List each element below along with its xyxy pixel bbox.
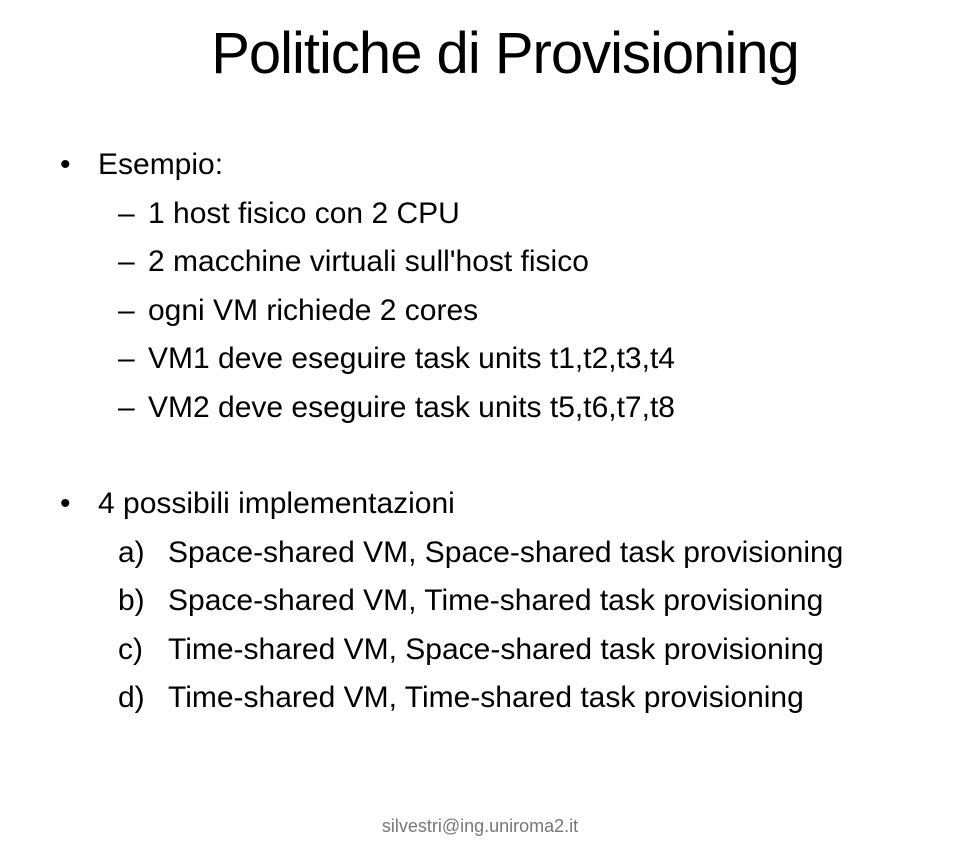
page-title: Politiche di Provisioning bbox=[110, 20, 900, 87]
letter-marker: b) bbox=[118, 578, 168, 625]
list-item-text: Space-shared VM, Space-shared task provi… bbox=[168, 530, 843, 577]
list-item-text: ogni VM richiede 2 cores bbox=[148, 288, 478, 335]
list-item-text: VM1 deve eseguire task units t1,t2,t3,t4 bbox=[148, 336, 675, 383]
section-implementazioni: • 4 possibili implementazioni bbox=[60, 481, 900, 528]
list-item-text: Time-shared VM, Space-shared task provis… bbox=[168, 627, 824, 674]
section-esempio: • Esempio: bbox=[60, 142, 900, 189]
list-item: a) Space-shared VM, Space-shared task pr… bbox=[118, 530, 900, 577]
dash-marker: – bbox=[118, 288, 148, 335]
list-item: – VM1 deve eseguire task units t1,t2,t3,… bbox=[60, 336, 900, 383]
footer-email: silvestri@ing.uniroma2.it bbox=[0, 816, 960, 837]
bullet-marker: • bbox=[60, 142, 98, 189]
bullet-marker: • bbox=[60, 481, 98, 528]
letter-marker: c) bbox=[118, 627, 168, 674]
list-item-text: 1 host fisico con 2 CPU bbox=[148, 191, 460, 238]
dash-marker: – bbox=[118, 385, 148, 432]
list-item: d) Time-shared VM, Time-shared task prov… bbox=[118, 675, 900, 722]
content-body: • Esempio: – 1 host fisico con 2 CPU – 2… bbox=[60, 142, 900, 722]
section-header-text: Esempio: bbox=[98, 142, 223, 189]
list-item-text: 2 macchine virtuali sull'host fisico bbox=[148, 239, 589, 286]
letter-marker: a) bbox=[118, 530, 168, 577]
letter-list: a) Space-shared VM, Space-shared task pr… bbox=[60, 530, 900, 722]
list-item: c) Time-shared VM, Space-shared task pro… bbox=[118, 627, 900, 674]
dash-marker: – bbox=[118, 191, 148, 238]
list-item: – ogni VM richiede 2 cores bbox=[60, 288, 900, 335]
list-item: – 1 host fisico con 2 CPU bbox=[60, 191, 900, 238]
list-item-text: Space-shared VM, Time-shared task provis… bbox=[168, 578, 823, 625]
list-item-text: Time-shared VM, Time-shared task provisi… bbox=[168, 675, 804, 722]
list-item-text: VM2 deve eseguire task units t5,t6,t7,t8 bbox=[148, 385, 675, 432]
section-header-text: 4 possibili implementazioni bbox=[98, 481, 455, 528]
spacer bbox=[60, 433, 900, 481]
list-item: – 2 macchine virtuali sull'host fisico bbox=[60, 239, 900, 286]
list-item: – VM2 deve eseguire task units t5,t6,t7,… bbox=[60, 385, 900, 432]
dash-marker: – bbox=[118, 239, 148, 286]
dash-marker: – bbox=[118, 336, 148, 383]
letter-marker: d) bbox=[118, 675, 168, 722]
list-item: b) Space-shared VM, Time-shared task pro… bbox=[118, 578, 900, 625]
